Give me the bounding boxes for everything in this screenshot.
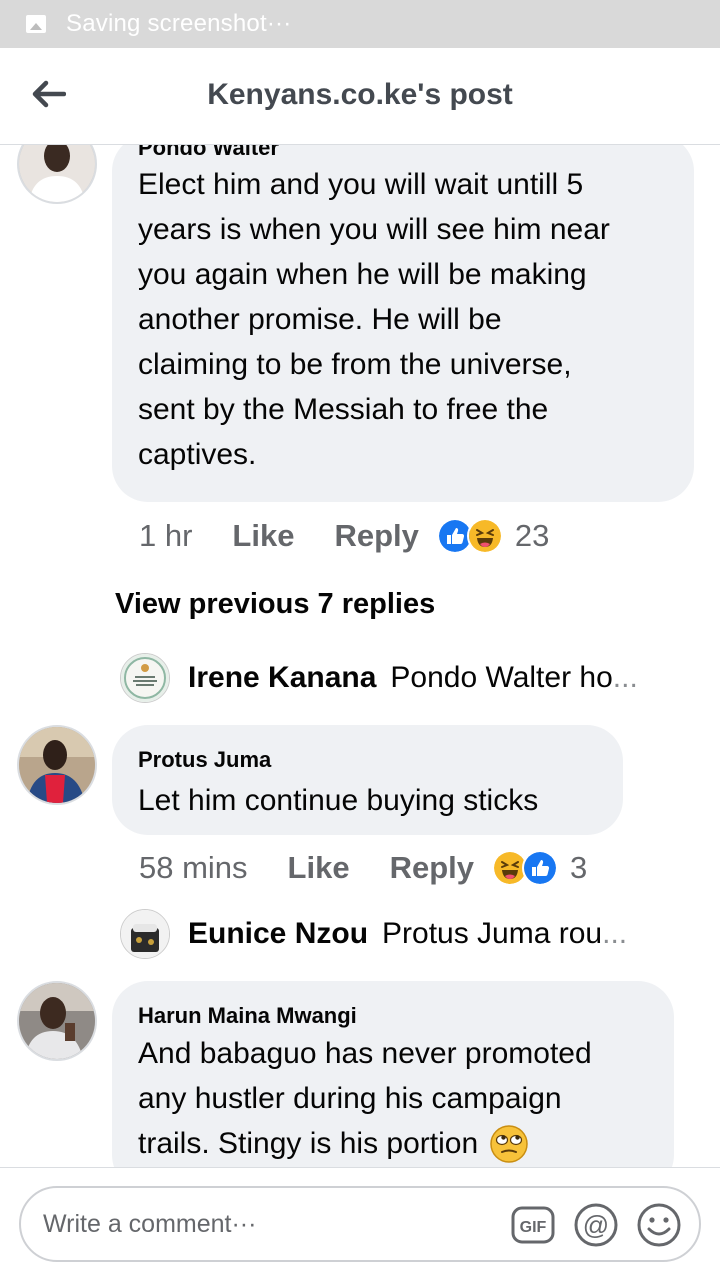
mention-button[interactable]: @ (572, 1201, 620, 1249)
like-button[interactable]: Like (232, 518, 294, 554)
gif-icon: GIF (511, 1206, 555, 1244)
comment-text: trails. Stingy is his portion (138, 1127, 479, 1160)
view-previous-replies-link[interactable]: View previous 7 replies (115, 588, 435, 621)
comment-author[interactable]: Pondo Walter (138, 145, 279, 161)
avatar[interactable] (120, 653, 170, 703)
person-photo (19, 727, 95, 803)
comment-bubble[interactable]: Harun Maina Mwangi And babaguo has never… (112, 981, 674, 1167)
smiley-icon (637, 1203, 681, 1247)
avatar[interactable] (17, 725, 97, 805)
reaction-count: 23 (514, 518, 550, 553)
ellipsis: ... (612, 661, 638, 694)
comment-text-line: captives. (138, 438, 257, 471)
comment-text-line: And babaguo has never promoted (138, 1037, 592, 1070)
comment-input[interactable] (41, 1208, 485, 1240)
comment-actions: 1 hr Like Reply 23 (139, 518, 549, 554)
comment-time: 1 hr (139, 518, 193, 553)
emoji-button[interactable] (635, 1201, 683, 1249)
comment-text-line: you again when he will be making (138, 258, 587, 291)
reply-button[interactable]: Reply (390, 850, 474, 886)
comment-text-line: any hustler during his campaign (138, 1082, 562, 1115)
comment-author[interactable]: Protus Juma (138, 747, 271, 773)
comment-actions: 58 mins Like Reply 3 (139, 850, 587, 886)
like-reaction-icon (522, 850, 558, 886)
reply-author[interactable]: Eunice Nzou (188, 917, 368, 951)
gif-label: GIF (520, 1219, 547, 1236)
rolling-eyes-emoji (490, 1124, 528, 1163)
mention-label: @ (583, 1210, 609, 1240)
comment-text-line-with-emoji: trails. Stingy is his portion (138, 1121, 592, 1166)
ellipsis: ... (602, 917, 628, 950)
reply-snippet: Protus Juma rou (382, 917, 603, 950)
comment-bubble[interactable]: Protus Juma Let him continue buying stic… (112, 725, 623, 835)
status-text: Saving screenshot··· (66, 10, 292, 37)
reaction-count: 3 (570, 850, 588, 885)
reply-preview[interactable]: Irene Kanana Pondo Walter ho... (120, 653, 638, 703)
haha-reaction-icon (466, 518, 503, 554)
profile-picture (121, 654, 169, 702)
page-title: Kenyans.co.ke's post (207, 78, 513, 111)
reactions-summary[interactable]: 3 (492, 850, 587, 886)
comment-composer-bar: GIF @ (0, 1167, 720, 1281)
image-icon (26, 15, 46, 33)
reactions-summary[interactable]: 23 (436, 518, 550, 554)
comment-author[interactable]: Harun Maina Mwangi (138, 1003, 357, 1029)
comment-text-line: sent by the Messiah to free the (138, 393, 549, 426)
comment-composer[interactable]: GIF @ (19, 1186, 701, 1262)
person-photo (19, 983, 95, 1059)
comment-text-line: Let him continue buying sticks (138, 784, 539, 817)
comment-text-line: Elect him and you will wait untill 5 (138, 168, 584, 201)
comment-text-line: another promise. He will be (138, 303, 502, 336)
gif-button[interactable]: GIF (509, 1201, 557, 1249)
status-bar: Saving screenshot··· (0, 0, 720, 48)
profile-picture (121, 910, 169, 958)
avatar[interactable] (120, 909, 170, 959)
comment-bubble[interactable]: Pondo Walter Elect him and you will wait… (112, 145, 694, 502)
reply-button[interactable]: Reply (334, 518, 418, 554)
reply-snippet: Pondo Walter ho (390, 661, 613, 694)
avatar[interactable] (17, 145, 97, 204)
comments-feed[interactable]: Pondo Walter Elect him and you will wait… (0, 145, 720, 1167)
person-photo (19, 145, 95, 202)
comment-text-line: years is when you will see him near (138, 213, 610, 246)
like-button[interactable]: Like (288, 850, 350, 886)
comment-time: 58 mins (139, 850, 248, 885)
avatar[interactable] (17, 981, 97, 1061)
reply-author[interactable]: Irene Kanana (188, 661, 376, 695)
header: Kenyans.co.ke's post (0, 48, 720, 145)
comment-text-line: claiming to be from the universe, (138, 348, 572, 381)
mention-icon: @ (574, 1203, 618, 1247)
reply-preview[interactable]: Eunice Nzou Protus Juma rou... (120, 909, 627, 959)
